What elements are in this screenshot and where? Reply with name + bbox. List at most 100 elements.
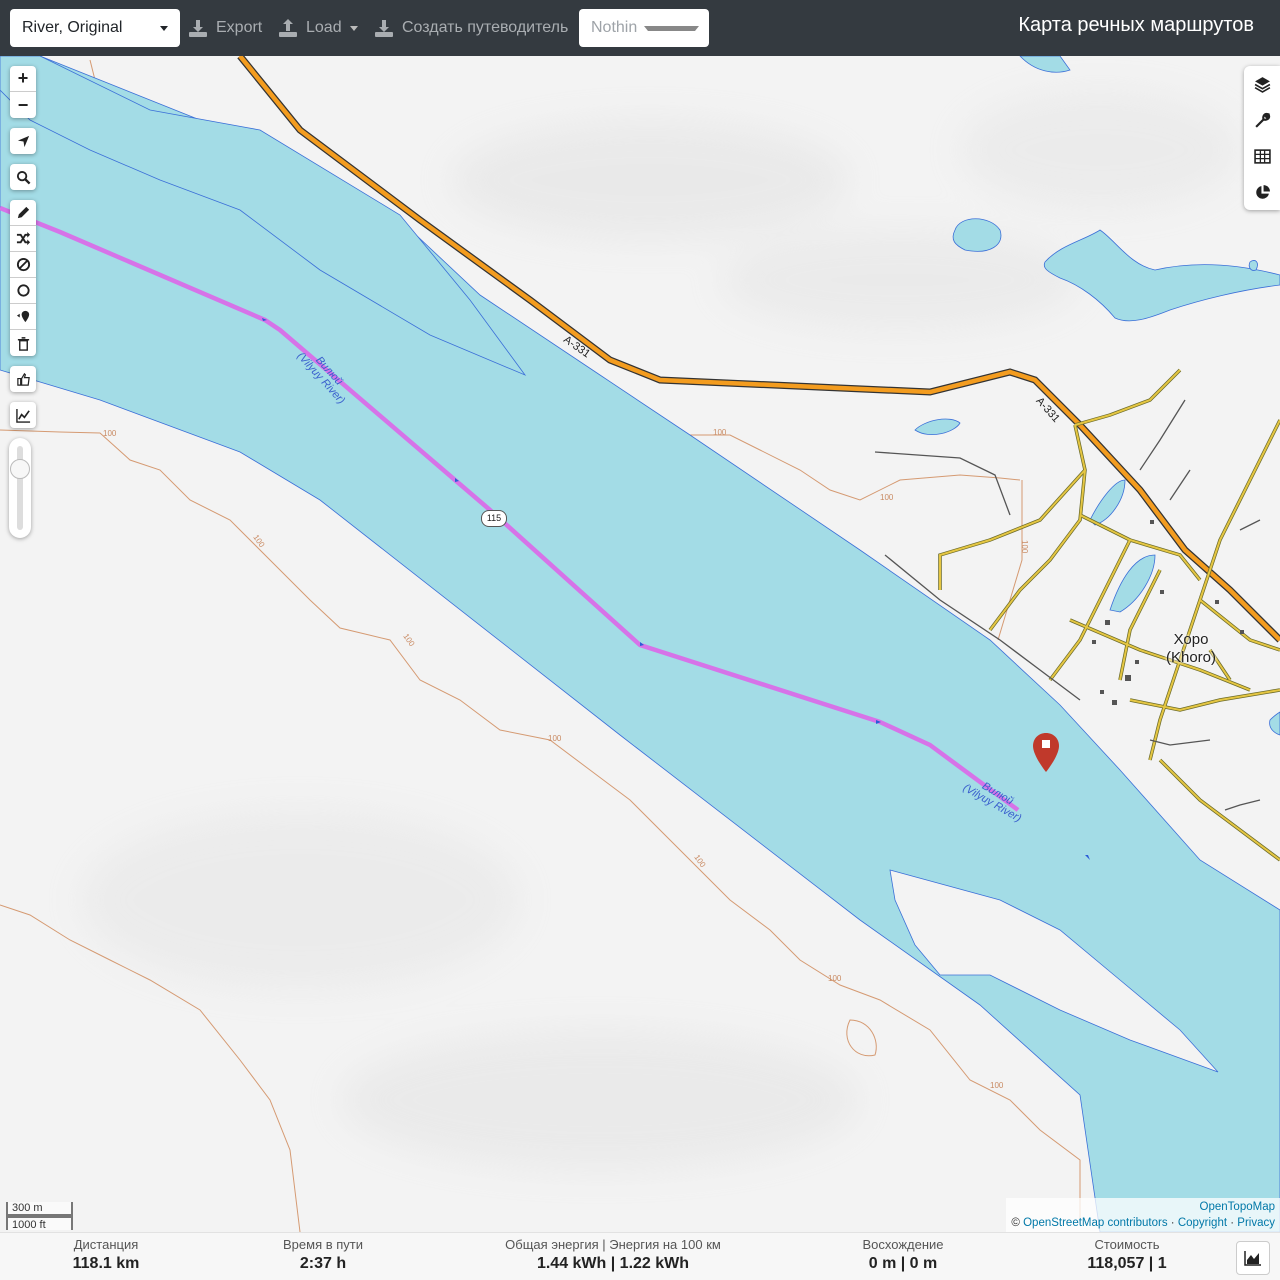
chevron-down-icon: [349, 25, 358, 31]
map-scale: 300 m 1000 ft: [6, 1202, 73, 1231]
copyright-link[interactable]: Copyright: [1178, 1217, 1227, 1229]
contour-label: 100: [1020, 540, 1029, 554]
stat-cost-value: 118,057 | 1: [1087, 1255, 1167, 1272]
map-tiles: 100 100 100 100 100 100 100 100 100 100: [0, 56, 1280, 1232]
contour-label: 100: [990, 1081, 1004, 1090]
zoom-out-button[interactable]: −: [10, 92, 36, 118]
trash-icon: [17, 336, 29, 351]
export-button[interactable]: Export: [188, 9, 262, 47]
zoom-in-button[interactable]: +: [10, 66, 36, 92]
elevation-button[interactable]: [10, 402, 36, 428]
stat-ascent-label: Восхождение: [862, 1237, 944, 1252]
draw-route-button[interactable]: [10, 200, 36, 226]
contour-label: 100: [880, 493, 894, 502]
chevron-down-icon: [644, 25, 699, 31]
upload-icon: [279, 19, 297, 37]
table-icon: [1253, 148, 1271, 164]
contour-label: 100: [401, 632, 416, 649]
map-canvas[interactable]: 100 100 100 100 100 100 100 100 100 100 Вилюй (Vi…: [0, 56, 1280, 1232]
app-title: Карта речных маршрутов: [1018, 14, 1254, 36]
layers-button[interactable]: [1244, 66, 1280, 102]
osm-link[interactable]: OpenStreetMap contributors: [1023, 1217, 1167, 1229]
stat-distance-label: Дистанция: [73, 1237, 139, 1252]
no-go-area-button[interactable]: [10, 252, 36, 278]
stat-ascent-value: 0 m | 0 m: [868, 1255, 938, 1272]
zoom-slider[interactable]: [9, 438, 31, 538]
route-shield: 115: [481, 510, 507, 527]
zoom-slider-handle[interactable]: [10, 459, 30, 479]
stat-energy-label: Общая энергия | Энергия на 100 км: [505, 1237, 721, 1252]
pencil-icon: [17, 206, 29, 219]
elevation-control: [10, 402, 36, 428]
feedback-button[interactable]: [10, 366, 36, 392]
stat-distance-value: 118.1 km: [72, 1255, 140, 1272]
elevation-chart-icon: [15, 408, 30, 423]
right-control-stack: [1244, 66, 1280, 210]
selection-select-value: Nothing selected: [591, 19, 638, 36]
stat-cost-label: Стоимость: [1094, 1237, 1160, 1252]
download-icon: [189, 20, 207, 37]
scale-imperial: 1000 ft: [6, 1216, 73, 1231]
stat-time-value: 2:37 h: [299, 1255, 347, 1272]
zoom-control: + −: [10, 66, 36, 118]
circle-tool-button[interactable]: [10, 278, 36, 304]
thumbs-up-icon: [16, 372, 30, 386]
search-icon: [16, 170, 30, 184]
profile-select-value: River, Original: [22, 19, 123, 36]
stat-distance: Дистанция 118.1 km: [73, 1237, 140, 1273]
export-label: Export: [216, 19, 263, 36]
attribution-separator: ·: [1230, 1217, 1235, 1229]
search-button[interactable]: [10, 164, 36, 190]
poi-button[interactable]: [10, 304, 36, 330]
layers-icon: [1254, 76, 1270, 93]
stat-time: Время в пути 2:37 h: [283, 1237, 363, 1273]
town-name: Хоро: [1173, 631, 1209, 648]
chevron-down-icon: [160, 25, 168, 31]
draw-control: [10, 200, 36, 356]
statistics-button[interactable]: [1244, 174, 1280, 210]
stat-time-label: Время в пути: [283, 1237, 363, 1252]
town-label: Хоро (Khoro): [1166, 631, 1216, 667]
stat-ascent: Восхождение 0 m | 0 m: [862, 1237, 943, 1273]
wrench-icon: [1254, 112, 1270, 128]
download-icon: [375, 20, 393, 37]
route-stats-bar: Дистанция 118.1 km Время в пути 2:37 h О…: [0, 1232, 1280, 1280]
profile-select[interactable]: River, Original: [10, 9, 180, 47]
town-name-latin: (Khoro): [1166, 649, 1217, 666]
top-toolbar: River, Original Export Load Создать путе…: [0, 0, 1280, 56]
feedback-control: [10, 366, 36, 392]
pie-chart-icon: [1255, 184, 1270, 199]
contour-label: 100: [251, 533, 266, 550]
contour-label: 100: [103, 429, 117, 438]
create-guide-button[interactable]: Создать путеводитель: [374, 9, 568, 47]
app-root: River, Original Export Load Создать путе…: [0, 0, 1280, 1280]
contour-label: 100: [828, 974, 842, 983]
copyright-symbol: ©: [1011, 1217, 1020, 1229]
opentopomap-link[interactable]: OpenTopoMap: [1200, 1201, 1275, 1213]
load-button[interactable]: Load: [278, 9, 358, 47]
stat-energy-value: 1.44 kWh | 1.22 kWh: [536, 1255, 690, 1272]
locate-button[interactable]: [10, 128, 36, 154]
attribution-separator: ·: [1170, 1217, 1175, 1229]
ban-icon: [16, 257, 30, 272]
stat-energy: Общая энергия | Энергия на 100 км 1.44 k…: [505, 1237, 721, 1273]
contour-label: 100: [692, 853, 707, 870]
search-control: [10, 164, 36, 190]
selection-select[interactable]: Nothing selected: [579, 9, 709, 47]
shuffle-icon: [16, 231, 30, 246]
settings-button[interactable]: [1244, 102, 1280, 138]
create-guide-label: Создать путеводитель: [402, 19, 569, 36]
contour-label: 100: [548, 734, 562, 743]
load-label: Load: [306, 19, 342, 36]
locate-icon: [17, 135, 29, 147]
reverse-route-button[interactable]: [10, 226, 36, 252]
elevation-profile-button[interactable]: [1236, 1241, 1270, 1275]
privacy-link[interactable]: Privacy: [1237, 1217, 1275, 1229]
poi-icon: [16, 310, 29, 323]
delete-route-button[interactable]: [10, 330, 36, 356]
contour-label: 100: [713, 428, 727, 437]
circle-icon: [16, 284, 30, 297]
locate-control: [10, 128, 36, 154]
stat-cost: Стоимость 118,057 | 1: [1087, 1237, 1166, 1273]
table-button[interactable]: [1244, 138, 1280, 174]
